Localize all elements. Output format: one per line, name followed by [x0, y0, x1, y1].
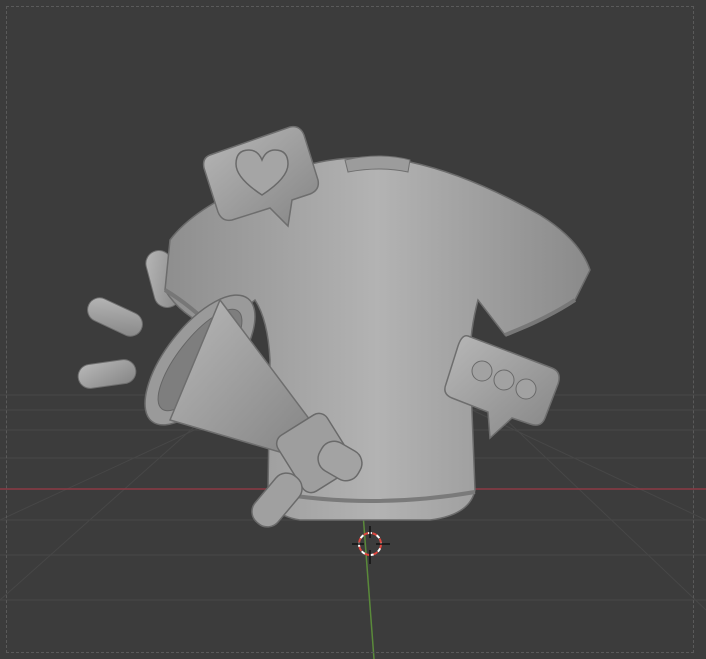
viewport-canvas[interactable]	[0, 0, 706, 659]
dot-3-icon	[515, 378, 537, 400]
dot-2-icon	[493, 369, 515, 391]
y-axis-line	[361, 499, 375, 659]
3d-viewport[interactable]	[0, 0, 706, 659]
3d-cursor-icon[interactable]	[352, 526, 390, 564]
dot-1-icon	[471, 360, 493, 382]
